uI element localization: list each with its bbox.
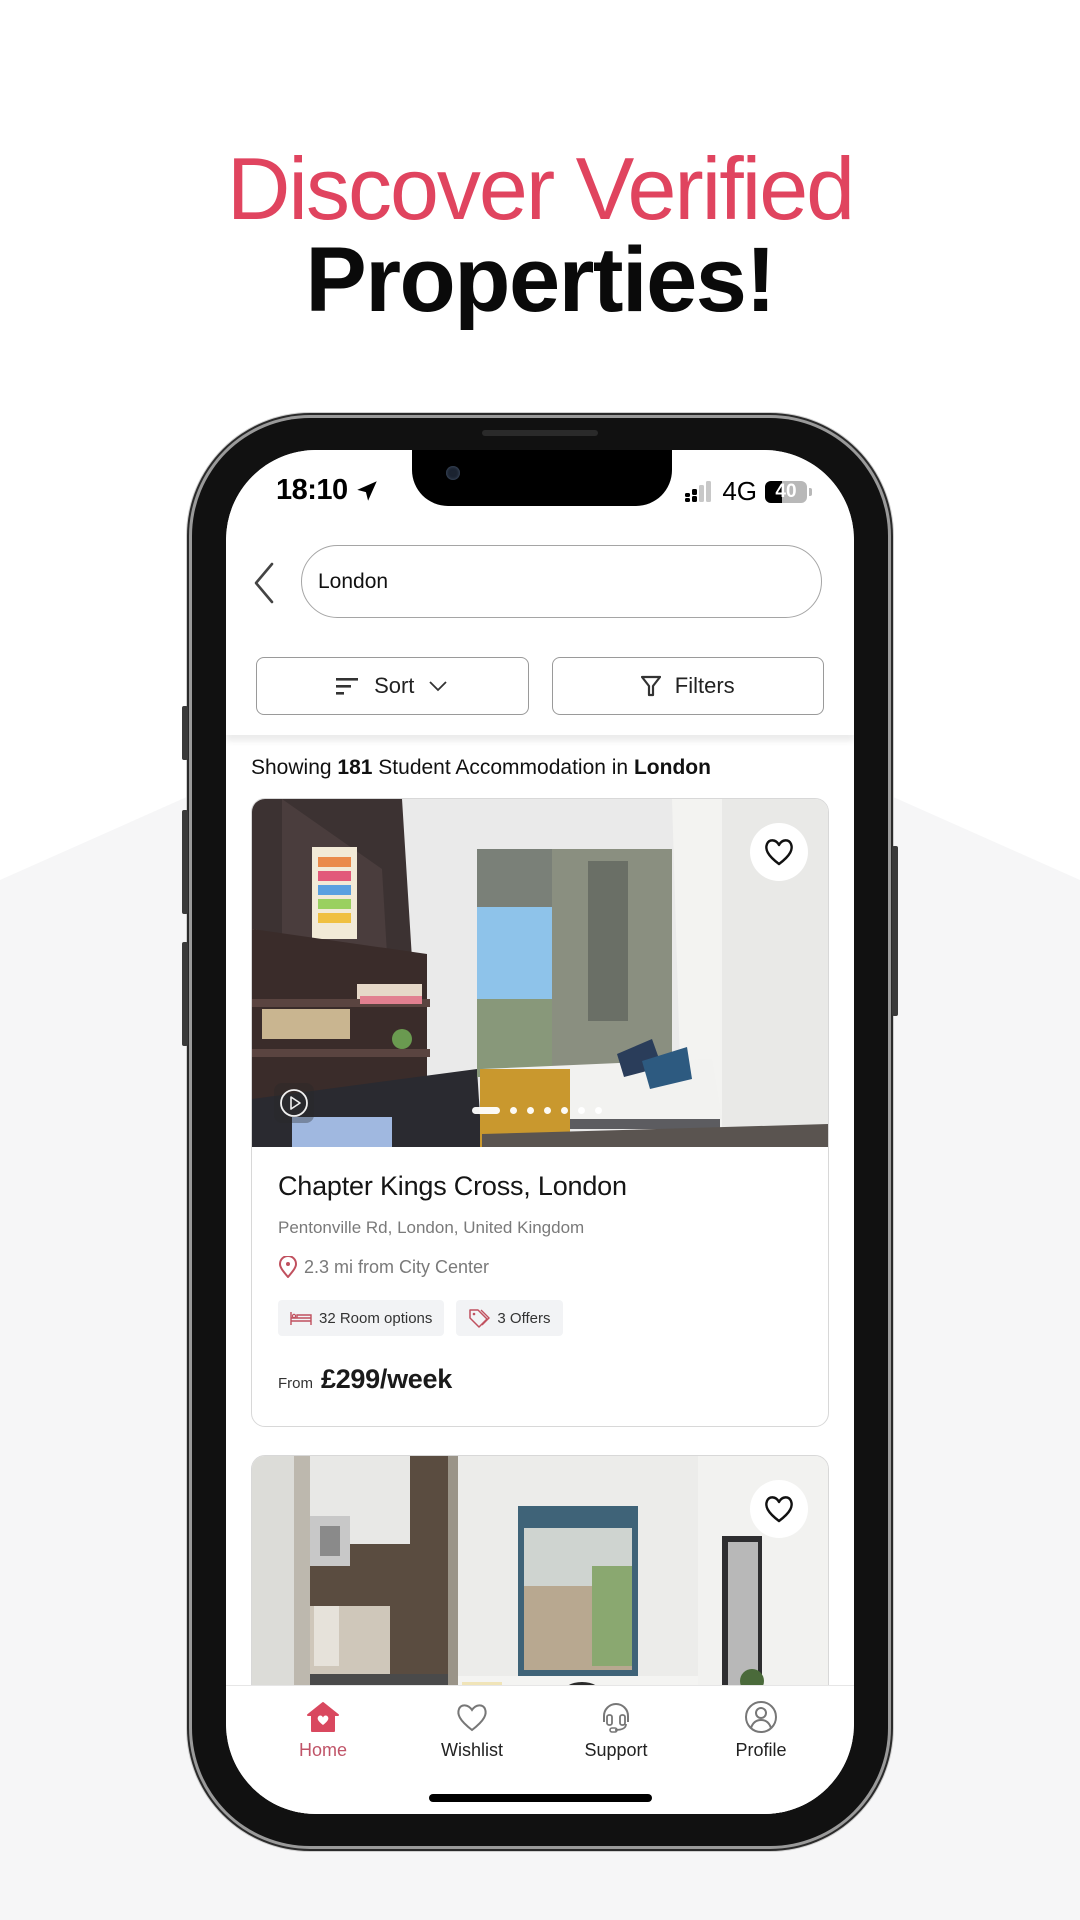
sort-button[interactable]: Sort xyxy=(256,657,529,715)
carousel-dot-active[interactable] xyxy=(472,1107,500,1114)
price-prefix: From xyxy=(278,1375,313,1392)
tab-profile[interactable]: Profile xyxy=(696,1700,826,1761)
tab-support-label: Support xyxy=(584,1740,648,1760)
carousel-dot[interactable] xyxy=(595,1107,602,1114)
back-button[interactable] xyxy=(250,558,280,608)
offers-chip: 3 Offers xyxy=(456,1300,563,1336)
signal-icon xyxy=(685,480,712,502)
hero-title-line-1: Discover Verified xyxy=(226,139,855,238)
speaker-grille xyxy=(482,430,598,436)
action-button xyxy=(182,706,188,760)
phone-mockup: 18:10 4G 40 London Sort Filters Showing … xyxy=(182,418,898,1846)
promo-page: Discover Verified Properties! 18:10 4G 4… xyxy=(0,0,1080,1920)
sort-filter-bar: Sort Filters xyxy=(256,657,824,715)
location-arrow-icon xyxy=(357,481,377,501)
listing-card[interactable]: Chapter Kings Cross, London Pentonville … xyxy=(251,798,829,1427)
volume-up-button xyxy=(182,810,188,914)
app-screen: 18:10 4G 40 London Sort Filters Showing … xyxy=(226,450,854,1814)
filters-button[interactable]: Filters xyxy=(551,657,824,715)
heart-icon xyxy=(765,839,793,866)
user-circle-icon xyxy=(745,1701,777,1733)
results-middle: Student Accommodation in xyxy=(378,756,629,779)
headset-icon xyxy=(603,1703,629,1733)
home-indicator[interactable] xyxy=(429,1794,652,1802)
status-time: 18:10 xyxy=(276,474,348,506)
play-circle-icon xyxy=(280,1089,308,1117)
carousel-indicator xyxy=(472,1107,602,1114)
results-count: 181 xyxy=(337,756,373,779)
results-prefix: Showing xyxy=(251,756,332,779)
filters-label: Filters xyxy=(674,673,735,698)
price: £299/week xyxy=(321,1364,452,1394)
funnel-icon xyxy=(640,675,661,697)
listing-title[interactable]: Chapter Kings Cross, London xyxy=(278,1171,802,1202)
heart-icon xyxy=(457,1704,487,1732)
bed-icon xyxy=(290,1312,312,1325)
listing-chips: 32 Room options 3 Offers xyxy=(278,1300,802,1336)
tab-wishlist-label: Wishlist xyxy=(441,1740,503,1760)
home-heart-icon xyxy=(307,1702,339,1732)
search-header: 18:10 4G 40 London Sort Filters xyxy=(226,450,854,735)
volume-down-button xyxy=(182,942,188,1046)
carousel-dot[interactable] xyxy=(510,1107,517,1114)
listing-photo-carousel[interactable] xyxy=(252,799,828,1147)
tab-profile-label: Profile xyxy=(735,1740,787,1760)
map-pin-icon xyxy=(278,1256,298,1278)
status-indicators: 4G 40 xyxy=(684,476,812,507)
results-city: London xyxy=(633,756,711,779)
carousel-dot[interactable] xyxy=(561,1107,568,1114)
notch xyxy=(412,450,672,506)
chevron-down-icon xyxy=(429,681,448,692)
listing-address: Pentonville Rd, London, United Kingdom xyxy=(278,1218,585,1237)
heart-icon xyxy=(765,1496,793,1523)
front-camera xyxy=(446,466,460,480)
battery-tip xyxy=(809,487,812,496)
power-button xyxy=(892,846,898,1016)
search-input[interactable]: London xyxy=(301,545,822,618)
tab-home-label: Home xyxy=(298,1740,347,1760)
favorite-button[interactable] xyxy=(750,1480,808,1538)
video-tour-button[interactable] xyxy=(274,1083,314,1123)
sort-label: Sort xyxy=(374,673,415,698)
room-options-text: 32 Room options xyxy=(319,1309,433,1327)
network-type: 4G xyxy=(722,476,757,506)
carousel-dot[interactable] xyxy=(527,1107,534,1114)
tab-wishlist[interactable]: Wishlist xyxy=(407,1700,537,1761)
bedroom-photo xyxy=(252,799,828,1147)
battery-percent: 40 xyxy=(775,480,797,502)
battery-icon: 40 xyxy=(765,480,807,503)
favorite-button[interactable] xyxy=(750,823,808,881)
room-options-chip: 32 Room options xyxy=(278,1300,445,1336)
results-summary: Showing 181 Student Accommodation in Lon… xyxy=(251,756,711,780)
distance-text: 2.3 mi from City Center xyxy=(304,1256,490,1277)
tab-home[interactable]: Home xyxy=(258,1700,388,1761)
tag-icon xyxy=(469,1309,491,1328)
offers-text: 3 Offers xyxy=(497,1309,551,1327)
listing-distance: 2.3 mi from City Center xyxy=(278,1256,802,1278)
sort-lines-icon xyxy=(336,678,359,695)
tab-support[interactable]: Support xyxy=(551,1700,681,1761)
price-row: From £299/week xyxy=(278,1364,802,1395)
carousel-dot[interactable] xyxy=(578,1107,585,1114)
carousel-dot[interactable] xyxy=(544,1107,551,1114)
bottom-tab-bar: Home Wishlist Support Profile xyxy=(226,1685,854,1814)
hero-title-line-2: Properties! xyxy=(305,229,776,331)
listing-details: Chapter Kings Cross, London Pentonville … xyxy=(252,1147,828,1419)
